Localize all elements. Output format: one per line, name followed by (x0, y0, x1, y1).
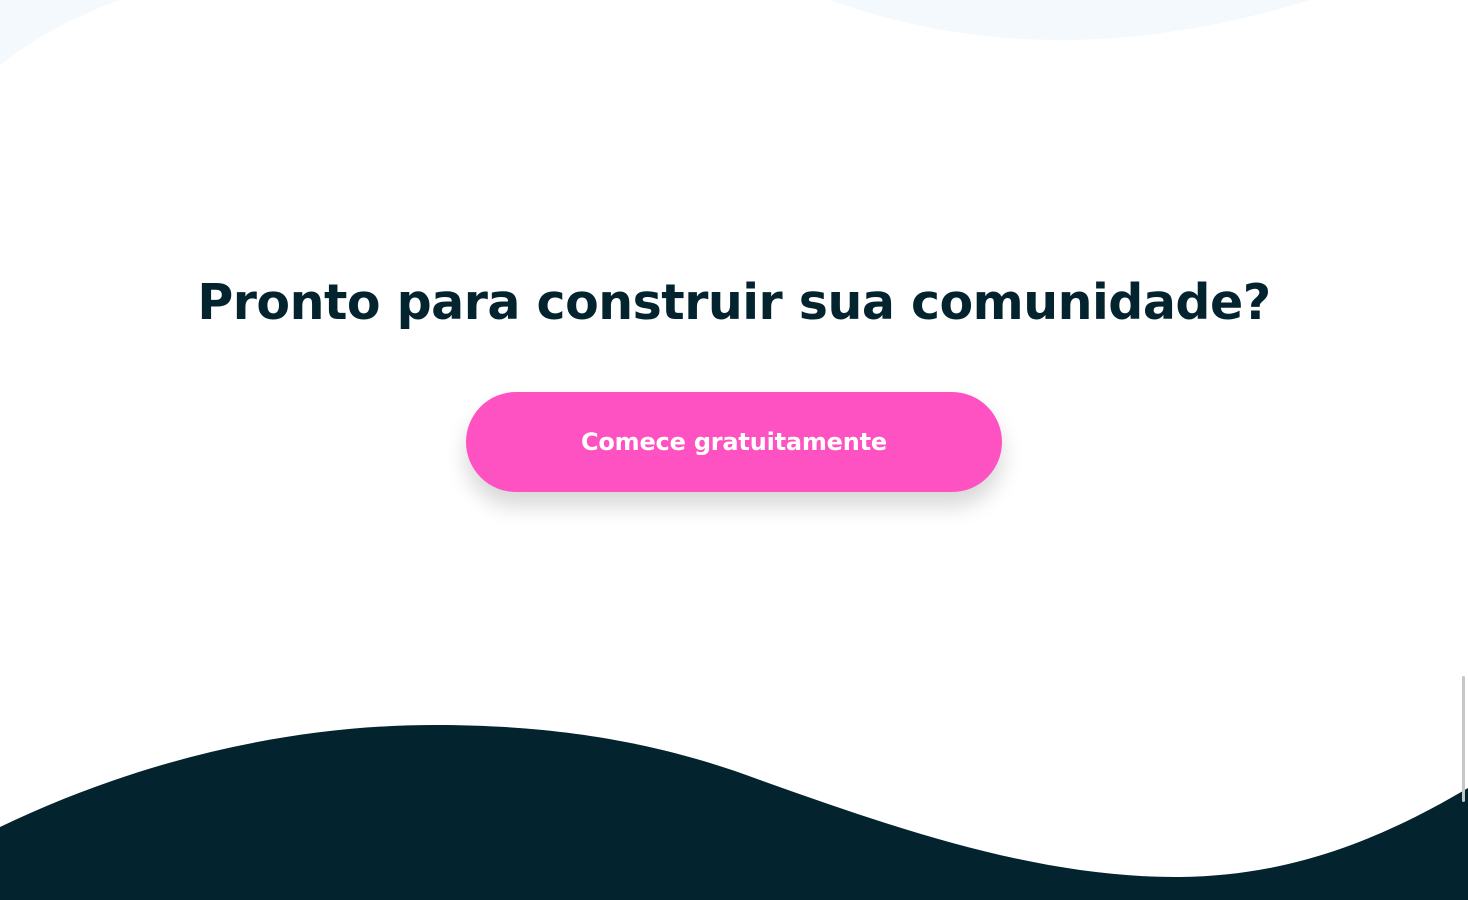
cta-page: Pronto para construir sua comunidade? Co… (0, 0, 1468, 900)
start-free-button[interactable]: Comece gratuitamente (466, 392, 1002, 492)
cta-headline: Pronto para construir sua comunidade? (197, 274, 1271, 331)
footer-wave-shape (0, 725, 1468, 900)
top-left-wave-shape (0, 0, 120, 65)
page-scrollbar[interactable] (1462, 676, 1465, 802)
top-right-wave-shape (830, 0, 1310, 40)
